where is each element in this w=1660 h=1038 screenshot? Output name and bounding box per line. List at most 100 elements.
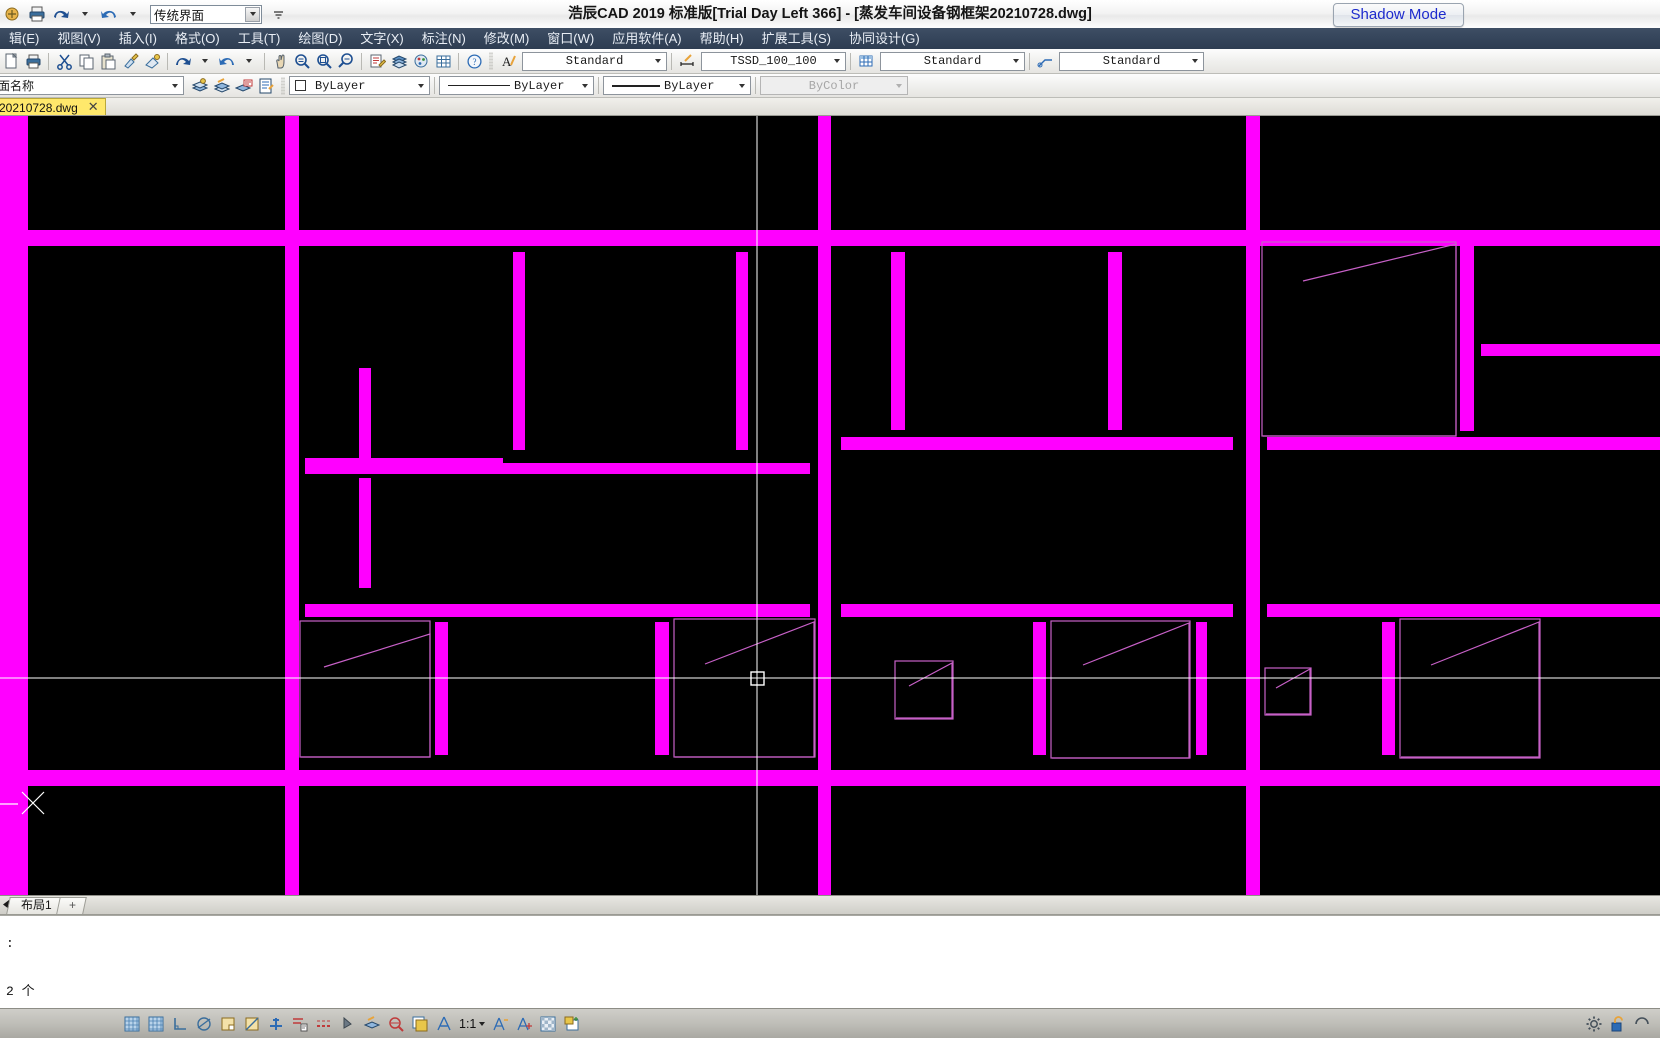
layer-manager-icon[interactable] <box>255 75 277 97</box>
menu-express[interactable]: 扩展工具(S) <box>753 28 840 49</box>
menu-insert[interactable]: 插入(I) <box>110 28 166 49</box>
help-icon[interactable]: ? <box>463 50 485 72</box>
annotation-visibility-icon[interactable] <box>409 1013 431 1035</box>
menu-edit[interactable]: 辑(E) <box>0 28 48 49</box>
document-tab[interactable]: 钢框架20210728.dwg ✕ <box>0 98 106 115</box>
settings-gear-icon[interactable] <box>1583 1013 1605 1035</box>
undo-icon[interactable] <box>172 50 194 72</box>
menu-dimension[interactable]: 标注(N) <box>413 28 475 49</box>
new-icon[interactable] <box>0 50 22 72</box>
annotation-scale-value[interactable]: 1:1 <box>459 1017 486 1031</box>
pan-icon[interactable] <box>269 50 291 72</box>
erase-icon[interactable] <box>141 50 163 72</box>
menu-format[interactable]: 格式(O) <box>166 28 229 49</box>
drawing-canvas[interactable] <box>0 116 1660 895</box>
chevron-down-icon[interactable] <box>479 1021 486 1026</box>
annotation-add-icon[interactable] <box>513 1013 535 1035</box>
lineweight-icon[interactable] <box>313 1013 335 1035</box>
command-window[interactable]: : 2 个 <box>0 915 1660 1008</box>
zoom-window-icon[interactable] <box>313 50 335 72</box>
table-style-combo[interactable]: Standard <box>880 51 1025 71</box>
properties-icon[interactable] <box>366 50 388 72</box>
tool-palette-icon[interactable] <box>410 50 432 72</box>
undo-dropdown-icon[interactable] <box>74 3 96 25</box>
ducs-icon[interactable] <box>265 1013 287 1035</box>
text-style-icon[interactable]: A <box>497 50 519 72</box>
linetype-combo[interactable]: ByLayer <box>439 76 594 95</box>
maximize-icon[interactable] <box>1631 1013 1653 1035</box>
grid-icon[interactable] <box>145 1013 167 1035</box>
otrack-icon[interactable] <box>241 1013 263 1035</box>
menu-window[interactable]: 窗口(W) <box>538 28 603 49</box>
layer-dropdown-button[interactable] <box>167 77 183 94</box>
plotstyle-dropdown-button <box>891 77 907 94</box>
color-combo[interactable]: ByLayer <box>289 76 430 95</box>
text-style-combo[interactable]: Standard <box>522 51 667 71</box>
dyn-icon[interactable] <box>289 1013 311 1035</box>
quick-properties-icon[interactable] <box>337 1013 359 1035</box>
redo-dropdown-icon[interactable] <box>238 50 260 72</box>
print-icon[interactable] <box>22 50 44 72</box>
cut-icon[interactable] <box>53 50 75 72</box>
menu-apps[interactable]: 应用软件(A) <box>603 28 690 49</box>
table-style-dropdown-button[interactable] <box>1008 53 1024 70</box>
close-icon[interactable]: ✕ <box>88 99 99 115</box>
dim-style-dropdown-button[interactable] <box>829 53 845 70</box>
layer-combo[interactable]: 面名称 <box>0 76 184 95</box>
menu-collaborate[interactable]: 协同设计(G) <box>840 28 929 49</box>
mleader-style-combo[interactable]: Standard <box>1059 51 1204 71</box>
model-space-icon[interactable] <box>361 1013 383 1035</box>
lineweight-combo[interactable]: ByLayer <box>603 76 751 95</box>
polar-icon[interactable] <box>193 1013 215 1035</box>
workspace-combo[interactable]: 传统界面 <box>150 4 262 24</box>
isolate-objects-icon[interactable] <box>537 1013 559 1035</box>
text-style-dropdown-button[interactable] <box>650 53 666 70</box>
shadow-mode-button[interactable]: Shadow Mode <box>1333 3 1464 27</box>
zoom-previous-icon[interactable] <box>335 50 357 72</box>
layer-properties-icon[interactable] <box>189 75 211 97</box>
paste-icon[interactable] <box>97 50 119 72</box>
redo-dropdown-icon[interactable] <box>122 3 144 25</box>
layer-state-icon[interactable] <box>233 75 255 97</box>
workspace-dropdown-button[interactable] <box>245 6 260 22</box>
menu-text[interactable]: 文字(X) <box>351 28 412 49</box>
mleader-style-icon[interactable] <box>1034 50 1056 72</box>
redo-icon[interactable] <box>98 3 120 25</box>
linetype-dropdown-button[interactable] <box>577 77 593 94</box>
ortho-icon[interactable] <box>169 1013 191 1035</box>
match-properties-icon[interactable] <box>119 50 141 72</box>
annotation-scale-icon[interactable] <box>433 1013 455 1035</box>
lineweight-dropdown-button[interactable] <box>734 77 750 94</box>
undo-dropdown-icon[interactable] <box>194 50 216 72</box>
mleader-style-dropdown-button[interactable] <box>1187 53 1203 70</box>
print-icon[interactable] <box>26 3 48 25</box>
zoom-realtime-icon[interactable] <box>291 50 313 72</box>
redo-icon[interactable] <box>216 50 238 72</box>
unlock-icon[interactable] <box>1607 1013 1629 1035</box>
osnap-icon[interactable] <box>217 1013 239 1035</box>
table-icon[interactable] <box>432 50 454 72</box>
snap-icon[interactable] <box>121 1013 143 1035</box>
annotation-autoscale-icon[interactable] <box>489 1013 511 1035</box>
clean-screen-icon[interactable] <box>561 1013 583 1035</box>
table-style-icon[interactable] <box>855 50 877 72</box>
color-dropdown-button[interactable] <box>413 77 429 94</box>
toolbar-grip[interactable] <box>489 52 493 70</box>
copy-icon[interactable] <box>75 50 97 72</box>
app-menu-icon[interactable] <box>2 3 24 25</box>
menu-draw[interactable]: 绘图(D) <box>289 28 351 49</box>
menu-modify[interactable]: 修改(M) <box>475 28 539 49</box>
quick-view-layouts-icon[interactable] <box>385 1013 407 1035</box>
layer-previous-icon[interactable] <box>211 75 233 97</box>
menu-help[interactable]: 帮助(H) <box>691 28 753 49</box>
menu-view[interactable]: 视图(V) <box>48 28 109 49</box>
layout-tab-buju1[interactable]: 布局1 <box>6 897 64 914</box>
layout-tab-add[interactable]: + <box>55 897 87 914</box>
customize-icon[interactable] <box>272 7 284 21</box>
undo-icon[interactable] <box>50 3 72 25</box>
menu-tools[interactable]: 工具(T) <box>229 28 290 49</box>
design-center-icon[interactable] <box>388 50 410 72</box>
dim-style-combo[interactable]: TSSD_100_100 <box>701 51 846 71</box>
toolbar-grip[interactable] <box>281 76 285 95</box>
dim-style-icon[interactable] <box>676 50 698 72</box>
